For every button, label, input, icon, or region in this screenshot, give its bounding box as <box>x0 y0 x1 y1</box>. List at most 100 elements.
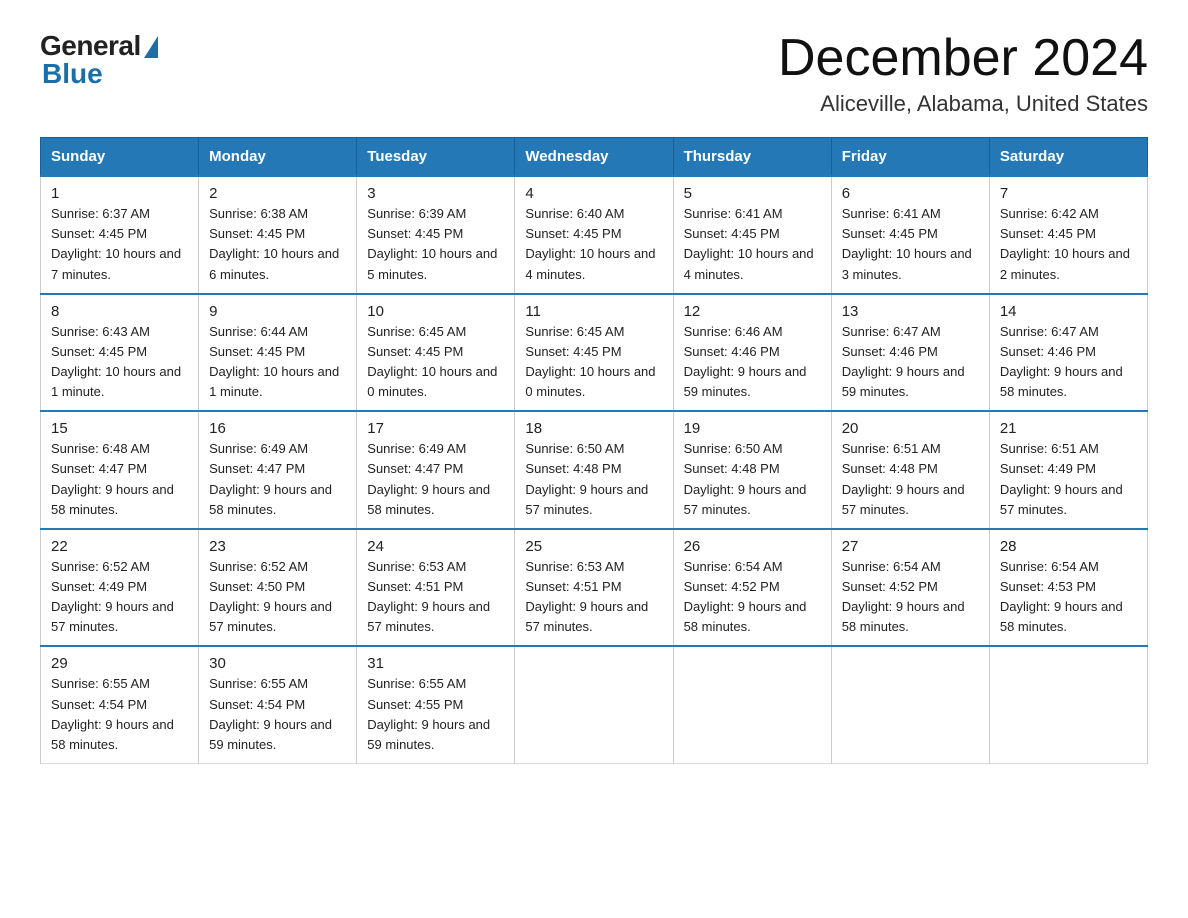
day-info: Sunrise: 6:45 AMSunset: 4:45 PMDaylight:… <box>367 324 497 399</box>
day-info: Sunrise: 6:50 AMSunset: 4:48 PMDaylight:… <box>684 441 807 516</box>
day-info: Sunrise: 6:55 AMSunset: 4:55 PMDaylight:… <box>367 676 490 751</box>
calendar-table: SundayMondayTuesdayWednesdayThursdayFrid… <box>40 137 1148 764</box>
calendar-week-5: 29 Sunrise: 6:55 AMSunset: 4:54 PMDaylig… <box>41 646 1148 763</box>
day-info: Sunrise: 6:49 AMSunset: 4:47 PMDaylight:… <box>209 441 332 516</box>
day-info: Sunrise: 6:37 AMSunset: 4:45 PMDaylight:… <box>51 206 181 281</box>
day-info: Sunrise: 6:48 AMSunset: 4:47 PMDaylight:… <box>51 441 174 516</box>
day-info: Sunrise: 6:41 AMSunset: 4:45 PMDaylight:… <box>684 206 814 281</box>
calendar-cell: 12 Sunrise: 6:46 AMSunset: 4:46 PMDaylig… <box>673 294 831 412</box>
calendar-cell: 27 Sunrise: 6:54 AMSunset: 4:52 PMDaylig… <box>831 529 989 647</box>
day-number: 15 <box>51 420 188 437</box>
day-number: 12 <box>684 303 821 320</box>
weekday-header-thursday: Thursday <box>673 138 831 177</box>
day-info: Sunrise: 6:49 AMSunset: 4:47 PMDaylight:… <box>367 441 490 516</box>
calendar-cell: 8 Sunrise: 6:43 AMSunset: 4:45 PMDayligh… <box>41 294 199 412</box>
calendar-cell: 25 Sunrise: 6:53 AMSunset: 4:51 PMDaylig… <box>515 529 673 647</box>
day-info: Sunrise: 6:52 AMSunset: 4:50 PMDaylight:… <box>209 559 332 634</box>
day-info: Sunrise: 6:40 AMSunset: 4:45 PMDaylight:… <box>525 206 655 281</box>
calendar-cell: 1 Sunrise: 6:37 AMSunset: 4:45 PMDayligh… <box>41 176 199 294</box>
day-number: 5 <box>684 185 821 202</box>
weekday-header-sunday: Sunday <box>41 138 199 177</box>
day-info: Sunrise: 6:47 AMSunset: 4:46 PMDaylight:… <box>1000 324 1123 399</box>
day-info: Sunrise: 6:45 AMSunset: 4:45 PMDaylight:… <box>525 324 655 399</box>
weekday-header-wednesday: Wednesday <box>515 138 673 177</box>
day-number: 19 <box>684 420 821 437</box>
calendar-cell: 4 Sunrise: 6:40 AMSunset: 4:45 PMDayligh… <box>515 176 673 294</box>
calendar-cell: 24 Sunrise: 6:53 AMSunset: 4:51 PMDaylig… <box>357 529 515 647</box>
page-header: General Blue December 2024 Aliceville, A… <box>40 30 1148 117</box>
day-number: 22 <box>51 538 188 555</box>
calendar-cell: 7 Sunrise: 6:42 AMSunset: 4:45 PMDayligh… <box>989 176 1147 294</box>
day-info: Sunrise: 6:54 AMSunset: 4:52 PMDaylight:… <box>684 559 807 634</box>
day-number: 24 <box>367 538 504 555</box>
calendar-body: 1 Sunrise: 6:37 AMSunset: 4:45 PMDayligh… <box>41 176 1148 763</box>
calendar-cell: 29 Sunrise: 6:55 AMSunset: 4:54 PMDaylig… <box>41 646 199 763</box>
calendar-cell: 3 Sunrise: 6:39 AMSunset: 4:45 PMDayligh… <box>357 176 515 294</box>
logo-triangle-icon <box>144 36 158 58</box>
logo: General Blue <box>40 30 158 90</box>
day-info: Sunrise: 6:55 AMSunset: 4:54 PMDaylight:… <box>209 676 332 751</box>
month-year: December 2024 <box>778 30 1148 87</box>
day-number: 31 <box>367 655 504 672</box>
day-info: Sunrise: 6:41 AMSunset: 4:45 PMDaylight:… <box>842 206 972 281</box>
calendar-cell: 6 Sunrise: 6:41 AMSunset: 4:45 PMDayligh… <box>831 176 989 294</box>
day-number: 10 <box>367 303 504 320</box>
title-block: December 2024 Aliceville, Alabama, Unite… <box>778 30 1148 117</box>
calendar-cell: 2 Sunrise: 6:38 AMSunset: 4:45 PMDayligh… <box>199 176 357 294</box>
calendar-cell: 20 Sunrise: 6:51 AMSunset: 4:48 PMDaylig… <box>831 411 989 529</box>
day-info: Sunrise: 6:44 AMSunset: 4:45 PMDaylight:… <box>209 324 339 399</box>
day-number: 26 <box>684 538 821 555</box>
day-info: Sunrise: 6:39 AMSunset: 4:45 PMDaylight:… <box>367 206 497 281</box>
calendar-cell: 30 Sunrise: 6:55 AMSunset: 4:54 PMDaylig… <box>199 646 357 763</box>
calendar-week-3: 15 Sunrise: 6:48 AMSunset: 4:47 PMDaylig… <box>41 411 1148 529</box>
day-number: 16 <box>209 420 346 437</box>
day-number: 1 <box>51 185 188 202</box>
calendar-week-1: 1 Sunrise: 6:37 AMSunset: 4:45 PMDayligh… <box>41 176 1148 294</box>
calendar-cell: 19 Sunrise: 6:50 AMSunset: 4:48 PMDaylig… <box>673 411 831 529</box>
calendar-cell <box>831 646 989 763</box>
day-info: Sunrise: 6:53 AMSunset: 4:51 PMDaylight:… <box>367 559 490 634</box>
day-number: 25 <box>525 538 662 555</box>
calendar-cell: 22 Sunrise: 6:52 AMSunset: 4:49 PMDaylig… <box>41 529 199 647</box>
calendar-cell: 9 Sunrise: 6:44 AMSunset: 4:45 PMDayligh… <box>199 294 357 412</box>
day-info: Sunrise: 6:55 AMSunset: 4:54 PMDaylight:… <box>51 676 174 751</box>
calendar-cell: 15 Sunrise: 6:48 AMSunset: 4:47 PMDaylig… <box>41 411 199 529</box>
day-number: 3 <box>367 185 504 202</box>
day-number: 14 <box>1000 303 1137 320</box>
day-number: 23 <box>209 538 346 555</box>
day-number: 7 <box>1000 185 1137 202</box>
day-number: 30 <box>209 655 346 672</box>
calendar-cell <box>673 646 831 763</box>
calendar-cell <box>989 646 1147 763</box>
calendar-cell: 5 Sunrise: 6:41 AMSunset: 4:45 PMDayligh… <box>673 176 831 294</box>
day-number: 4 <box>525 185 662 202</box>
day-info: Sunrise: 6:47 AMSunset: 4:46 PMDaylight:… <box>842 324 965 399</box>
day-number: 6 <box>842 185 979 202</box>
day-number: 27 <box>842 538 979 555</box>
day-info: Sunrise: 6:54 AMSunset: 4:53 PMDaylight:… <box>1000 559 1123 634</box>
day-info: Sunrise: 6:50 AMSunset: 4:48 PMDaylight:… <box>525 441 648 516</box>
day-number: 11 <box>525 303 662 320</box>
day-info: Sunrise: 6:38 AMSunset: 4:45 PMDaylight:… <box>209 206 339 281</box>
calendar-cell: 17 Sunrise: 6:49 AMSunset: 4:47 PMDaylig… <box>357 411 515 529</box>
calendar-cell: 31 Sunrise: 6:55 AMSunset: 4:55 PMDaylig… <box>357 646 515 763</box>
weekday-header-saturday: Saturday <box>989 138 1147 177</box>
calendar-cell: 28 Sunrise: 6:54 AMSunset: 4:53 PMDaylig… <box>989 529 1147 647</box>
calendar-cell: 11 Sunrise: 6:45 AMSunset: 4:45 PMDaylig… <box>515 294 673 412</box>
day-info: Sunrise: 6:51 AMSunset: 4:49 PMDaylight:… <box>1000 441 1123 516</box>
weekday-header-friday: Friday <box>831 138 989 177</box>
calendar-week-2: 8 Sunrise: 6:43 AMSunset: 4:45 PMDayligh… <box>41 294 1148 412</box>
weekday-header-tuesday: Tuesday <box>357 138 515 177</box>
day-number: 28 <box>1000 538 1137 555</box>
day-number: 20 <box>842 420 979 437</box>
day-number: 2 <box>209 185 346 202</box>
calendar-week-4: 22 Sunrise: 6:52 AMSunset: 4:49 PMDaylig… <box>41 529 1148 647</box>
day-number: 29 <box>51 655 188 672</box>
day-info: Sunrise: 6:43 AMSunset: 4:45 PMDaylight:… <box>51 324 181 399</box>
day-info: Sunrise: 6:42 AMSunset: 4:45 PMDaylight:… <box>1000 206 1130 281</box>
calendar-cell: 18 Sunrise: 6:50 AMSunset: 4:48 PMDaylig… <box>515 411 673 529</box>
calendar-cell: 14 Sunrise: 6:47 AMSunset: 4:46 PMDaylig… <box>989 294 1147 412</box>
calendar-cell: 13 Sunrise: 6:47 AMSunset: 4:46 PMDaylig… <box>831 294 989 412</box>
day-number: 13 <box>842 303 979 320</box>
weekday-header-row: SundayMondayTuesdayWednesdayThursdayFrid… <box>41 138 1148 177</box>
